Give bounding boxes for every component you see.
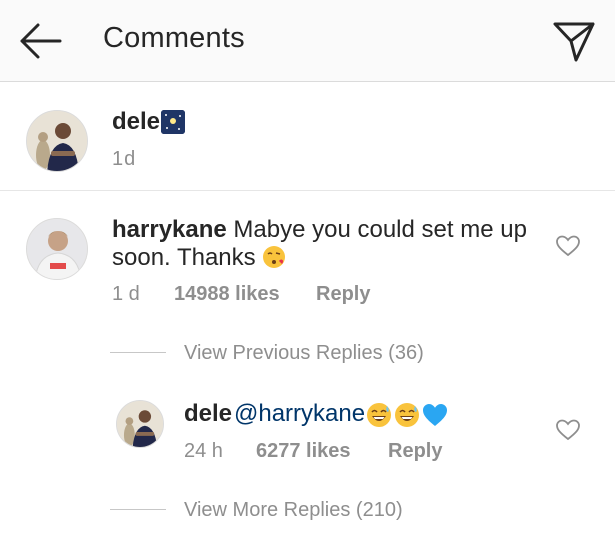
comment-reply-button[interactable]: Reply <box>316 283 370 306</box>
share-button[interactable] <box>550 18 598 64</box>
profile-photo <box>117 401 163 447</box>
comment-text-block: harrykane Mabye you could set me up soon… <box>112 216 532 272</box>
caption-avatar[interactable] <box>26 110 88 172</box>
reply-mention-link[interactable]: @harrykane <box>234 400 365 428</box>
kissing-face-emoji <box>262 245 286 269</box>
profile-photo <box>27 219 87 279</box>
reply-timestamp: 24 h <box>184 440 223 462</box>
reply-like-button[interactable] <box>555 418 581 442</box>
comment-like-button[interactable] <box>555 234 581 258</box>
comment-likes[interactable]: 14988 likes <box>174 283 280 306</box>
reply-emojis <box>366 402 450 428</box>
heart-outline-icon <box>556 419 580 441</box>
reply-likes[interactable]: 6277 likes <box>256 440 351 463</box>
caption-username[interactable]: dele <box>112 108 160 136</box>
arrow-left-icon <box>20 23 62 59</box>
replies-divider-line <box>110 352 166 353</box>
replies-divider-line <box>110 509 166 510</box>
reply-reply-button[interactable]: Reply <box>388 440 442 463</box>
view-more-replies-link[interactable]: View More Replies (210) <box>184 499 403 522</box>
reply-avatar[interactable] <box>116 400 164 448</box>
paper-plane-icon <box>553 22 595 62</box>
caption-timestamp: 1d <box>112 148 137 170</box>
blue-heart-emoji <box>423 404 447 426</box>
comment-username[interactable]: harrykane <box>112 216 227 243</box>
section-divider <box>0 190 615 191</box>
back-button[interactable] <box>14 21 66 61</box>
grinning-sweat-emoji <box>367 403 391 427</box>
comment-timestamp: 1 d <box>112 283 140 305</box>
page-title: Comments <box>103 22 245 54</box>
top-bar: Comments <box>0 0 615 82</box>
reply-username[interactable]: dele <box>184 400 232 428</box>
profile-photo <box>27 111 87 171</box>
heart-outline-icon <box>556 235 580 257</box>
grinning-sweat-emoji <box>395 403 419 427</box>
night-sky-emoji <box>161 110 185 134</box>
view-previous-replies-link[interactable]: View Previous Replies (36) <box>184 342 424 365</box>
comment-avatar[interactable] <box>26 218 88 280</box>
